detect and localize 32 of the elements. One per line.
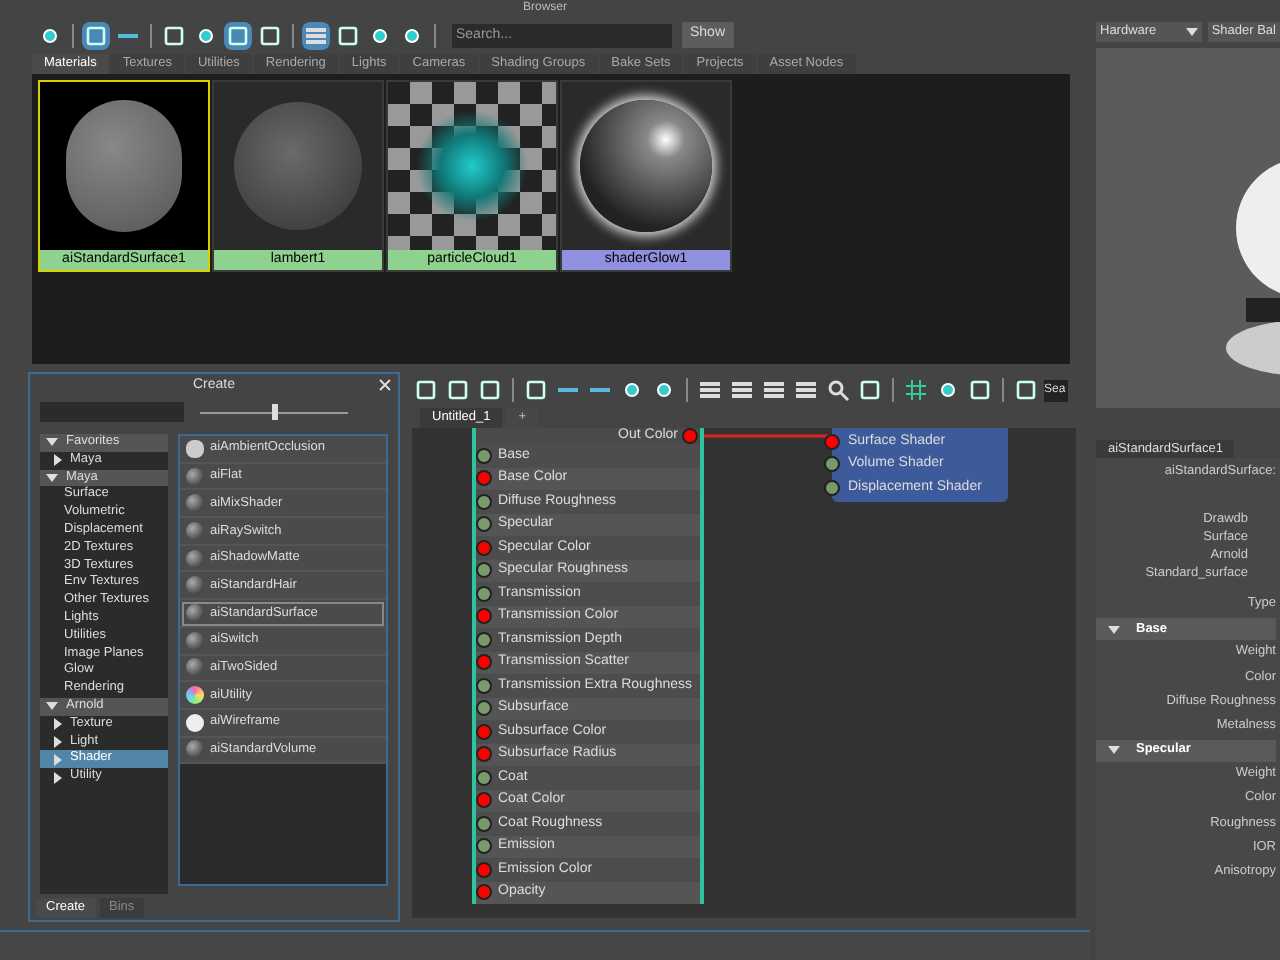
frame-icon[interactable] [444,376,472,404]
frame-icon[interactable] [1012,376,1040,404]
frame-icon[interactable] [256,21,284,49]
rows-icon[interactable] [728,376,756,404]
frame-icon[interactable] [856,376,884,404]
close-icon[interactable] [378,378,392,392]
size-slider[interactable] [200,404,348,420]
frame-icon[interactable] [966,376,994,404]
frame-icon[interactable] [476,376,504,404]
rows-icon[interactable] [760,376,788,404]
frame-icon[interactable] [412,376,440,404]
dropdown-arrow-icon [1185,27,1198,37]
expanded-arrow-icon[interactable] [46,700,58,713]
frame-icon[interactable] [522,376,550,404]
frame-icon[interactable] [160,21,188,49]
connection-line [704,434,832,438]
rows-icon[interactable] [302,21,330,49]
square-node-icon [186,439,204,458]
shader-node[interactable] [472,428,704,904]
expanded-arrow-icon[interactable] [1108,623,1120,635]
frame-icon[interactable] [224,21,252,49]
filter-field[interactable] [40,402,184,422]
expanded-arrow-icon[interactable] [46,471,58,484]
rows-icon[interactable] [792,376,820,404]
grid-icon[interactable] [902,376,930,404]
search-icon[interactable] [824,376,852,404]
collapsed-arrow-icon[interactable] [52,454,64,467]
frame-icon[interactable] [334,21,362,49]
expanded-arrow-icon[interactable] [1108,744,1120,757]
rows-icon[interactable] [696,376,724,404]
expanded-arrow-icon[interactable] [46,436,58,449]
frame-icon[interactable] [82,21,110,49]
